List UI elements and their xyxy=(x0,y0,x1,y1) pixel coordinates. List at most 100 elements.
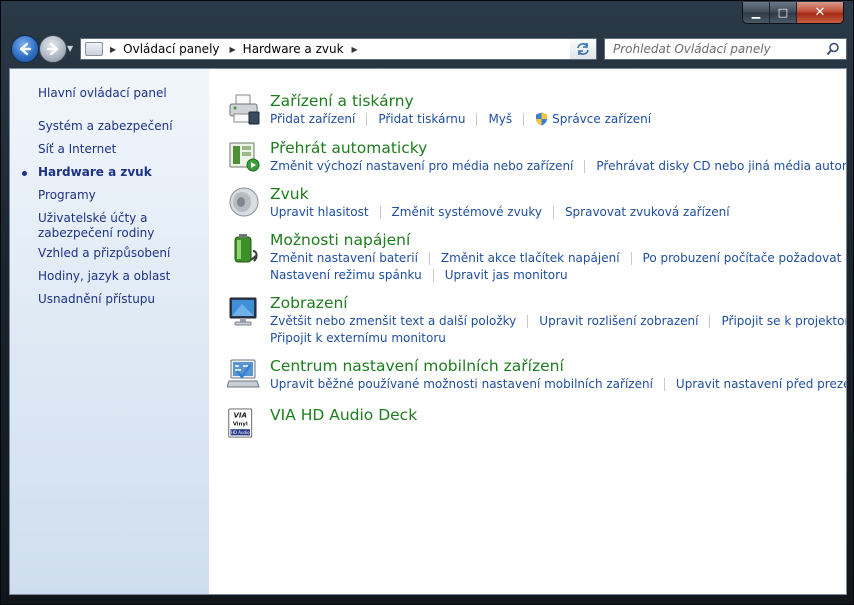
printer-icon xyxy=(229,94,260,125)
link-device-manager[interactable]: Správce zařízení xyxy=(552,112,651,126)
category-links-row2: Připojit k externímu monitoru xyxy=(270,331,446,345)
link-mouse[interactable]: Myš xyxy=(488,112,512,126)
category-links: Změnit nastavení baterií Změnit akce tla… xyxy=(270,251,846,265)
category-title[interactable]: Přehrát automaticky xyxy=(270,139,427,157)
via-logo-text: VIA xyxy=(233,410,247,419)
refresh-button[interactable] xyxy=(570,38,597,60)
sidebar-item-accessibility[interactable]: Usnadnění přístupu xyxy=(38,292,155,307)
link-mobility-settings[interactable]: Upravit běžné používané možnosti nastave… xyxy=(270,377,653,391)
link-screen-brightness[interactable]: Upravit jas monitoru xyxy=(445,268,568,282)
link-change-system-sounds[interactable]: Změnit systémové zvuky xyxy=(392,205,542,219)
category-autoplay: Přehrát automaticky Změnit výchozí nasta… xyxy=(227,139,846,175)
separator xyxy=(630,251,632,265)
category-mobility-center: Centrum nastavení mobilních zařízení Upr… xyxy=(227,357,846,393)
separator xyxy=(584,159,586,173)
via-hd-audio-text: HD Audio xyxy=(231,430,250,435)
link-add-printer[interactable]: Přidat tiskárnu xyxy=(378,112,465,126)
link-sleep-settings[interactable]: Nastavení režimu spánku xyxy=(270,268,422,282)
link-connect-projector[interactable]: Připojit se k projektoru xyxy=(721,314,846,328)
mobility-center-icon xyxy=(227,359,260,388)
refresh-icon xyxy=(577,43,589,55)
sidebar-item-network[interactable]: Síť a Internet xyxy=(38,142,116,157)
category-links: Upravit běžné používané možnosti nastave… xyxy=(270,377,846,391)
breadcrumb-arrow-icon[interactable]: ▶ xyxy=(352,45,358,54)
sidebar-item-system-security[interactable]: Systém a zabezpečení xyxy=(38,119,173,134)
breadcrumb-arrow-icon[interactable]: ▶ xyxy=(230,45,236,54)
separator xyxy=(663,377,665,391)
link-presentation-settings[interactable]: Upravit nastavení před prezentací xyxy=(676,377,846,391)
link-text-size[interactable]: Zvětšit nebo zmenšit text a další položk… xyxy=(270,314,516,328)
search-icon[interactable] xyxy=(826,42,840,56)
link-autoplay-cds[interactable]: Přehrávat disky CD nebo jiná média autom… xyxy=(596,159,846,173)
sidebar-item-hardware-sound[interactable]: Hardware a zvuk xyxy=(38,165,152,180)
category-power-options: Možnosti napájení Změnit nastavení bater… xyxy=(227,231,846,285)
link-change-media-defaults[interactable]: Změnit výchozí nastavení pro média nebo … xyxy=(270,159,573,173)
close-button[interactable]: ✕ xyxy=(797,2,843,23)
breadcrumb-control-panel[interactable]: Ovládací panely xyxy=(123,42,219,56)
sidebar-home-link[interactable]: Hlavní ovládací panel xyxy=(38,86,167,101)
via-audio-icon: VIA Vinyl HD Audio xyxy=(228,408,253,438)
uac-shield-icon xyxy=(536,112,548,126)
separator xyxy=(523,112,525,126)
link-require-password[interactable]: Po probuzení počítače požadovat heslo xyxy=(643,251,846,265)
link-manage-audio-devices[interactable]: Spravovat zvuková zařízení xyxy=(565,205,730,219)
breadcrumb-hardware-sound[interactable]: Hardware a zvuk xyxy=(243,42,344,56)
control-panel-icon xyxy=(85,42,103,56)
speaker-icon xyxy=(229,187,259,217)
breadcrumb-arrow-icon[interactable]: ▶ xyxy=(110,45,116,54)
category-title[interactable]: VIA HD Audio Deck xyxy=(270,406,417,424)
arrow-right-icon xyxy=(46,42,59,56)
link-add-device[interactable]: Přidat zařízení xyxy=(270,112,355,126)
caption-buttons: ▁ □ ✕ xyxy=(742,2,844,24)
control-panel-window: ▁ □ ✕ ▼ ▶ Ovládací panely ▶ Hardware a z… xyxy=(0,0,854,605)
link-adjust-volume[interactable]: Upravit hlasitost xyxy=(270,205,369,219)
separator xyxy=(527,314,529,328)
category-title[interactable]: Zobrazení xyxy=(270,294,348,312)
search-placeholder: Prohledat Ovládací panely xyxy=(613,42,771,56)
category-title[interactable]: Zařízení a tiskárny xyxy=(270,92,414,110)
sidebar-item-programs[interactable]: Programy xyxy=(38,188,96,203)
navigation-bar: ▼ ▶ Ovládací panely ▶ Hardware a zvuk ▶ … xyxy=(7,32,849,66)
category-links: Změnit výchozí nastavení pro média nebo … xyxy=(270,159,846,173)
active-bullet-icon xyxy=(22,171,27,176)
category-title[interactable]: Možnosti napájení xyxy=(270,231,410,249)
recent-pages-dropdown[interactable]: ▼ xyxy=(67,44,73,53)
category-links-row2: Nastavení režimu spánku Upravit jas moni… xyxy=(270,268,568,282)
search-input[interactable]: Prohledat Ovládací panely xyxy=(604,38,847,60)
maximize-button[interactable]: □ xyxy=(770,2,797,23)
link-battery-settings[interactable]: Změnit nastavení baterií xyxy=(270,251,418,265)
category-via-audio: VIA Vinyl HD Audio VIA HD Audio Deck xyxy=(227,406,846,442)
category-sound: Zvuk Upravit hlasitost Změnit systémové … xyxy=(227,185,846,221)
via-vinyl-text: Vinyl xyxy=(233,422,248,428)
monitor-icon xyxy=(229,297,257,326)
forward-button[interactable] xyxy=(39,35,67,63)
separator xyxy=(552,205,554,219)
separator xyxy=(366,112,368,126)
arrow-left-icon xyxy=(19,42,32,56)
link-screen-resolution[interactable]: Upravit rozlišení zobrazení xyxy=(539,314,698,328)
main-content: Zařízení a tiskárny Přidat zařízení Přid… xyxy=(209,69,846,594)
category-links: Přidat zařízení Přidat tiskárnu Myš Sprá… xyxy=(270,112,651,126)
category-title[interactable]: Zvuk xyxy=(270,185,309,203)
address-bar[interactable]: ▶ Ovládací panely ▶ Hardware a zvuk ▶ ▼ xyxy=(80,38,596,60)
category-display: Zobrazení Zvětšit nebo zmenšit text a da… xyxy=(227,294,846,348)
separator xyxy=(428,251,430,265)
sidebar-item-clock-region[interactable]: Hodiny, jazyk a oblast xyxy=(38,269,170,284)
category-links: Upravit hlasitost Změnit systémové zvuky… xyxy=(270,205,730,219)
category-devices-printers: Zařízení a tiskárny Přidat zařízení Přid… xyxy=(227,92,846,128)
separator xyxy=(432,268,434,282)
link-power-buttons[interactable]: Změnit akce tlačítek napájení xyxy=(441,251,620,265)
separator xyxy=(476,112,478,126)
separator xyxy=(709,314,711,328)
minimize-button[interactable]: ▁ xyxy=(743,2,770,23)
client-area: Hlavní ovládací panel Systém a zabezpeče… xyxy=(9,68,847,595)
battery-icon xyxy=(234,234,258,263)
category-title[interactable]: Centrum nastavení mobilních zařízení xyxy=(270,357,564,375)
autoplay-icon xyxy=(229,142,260,172)
link-external-monitor[interactable]: Připojit k externímu monitoru xyxy=(270,331,446,345)
sidebar: Hlavní ovládací panel Systém a zabezpeče… xyxy=(10,69,209,594)
sidebar-item-appearance[interactable]: Vzhled a přizpůsobení xyxy=(38,246,170,261)
back-button[interactable] xyxy=(11,35,39,63)
category-links: Zvětšit nebo zmenšit text a další položk… xyxy=(270,314,846,328)
sidebar-item-user-accounts[interactable]: Uživatelské účty a zabezpečení rodiny xyxy=(38,211,203,241)
